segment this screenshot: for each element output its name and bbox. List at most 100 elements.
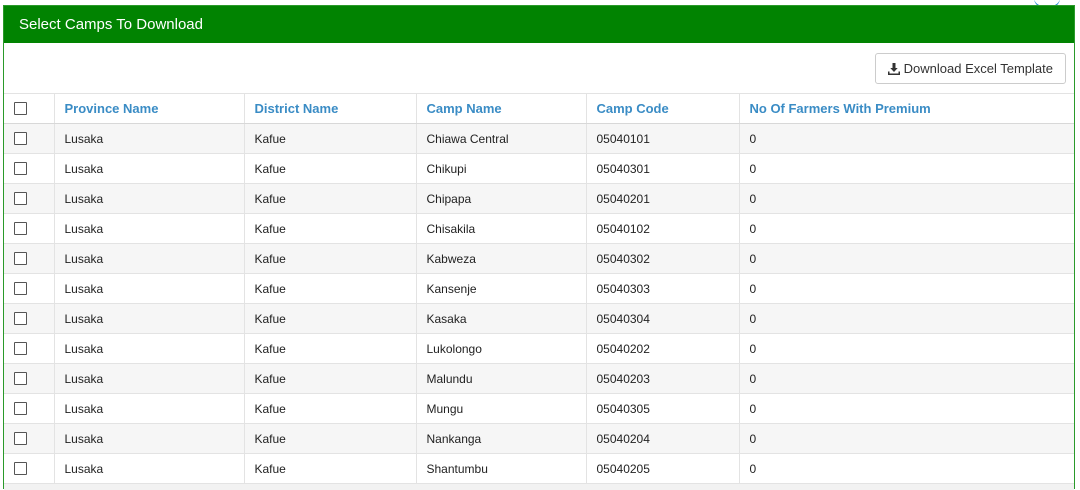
column-header-farmers-premium[interactable]: No Of Farmers With Premium	[738, 93, 1074, 124]
district-cell: Kafue	[243, 243, 416, 274]
column-header-camp-name[interactable]: Camp Name	[415, 93, 586, 124]
camp-code-cell: 05040201	[585, 183, 739, 214]
select-camps-panel: Select Camps To Download Download Excel …	[3, 5, 1075, 490]
province-cell: Lusaka	[53, 273, 244, 304]
table-row[interactable]: Lusaka Kafue Malundu 05040203 0	[4, 363, 1074, 394]
table-row[interactable]: Lusaka Kafue Lukolongo 05040202 0	[4, 333, 1074, 364]
row-checkbox[interactable]	[14, 252, 27, 265]
farmers-premium-cell: 0	[738, 333, 1074, 364]
row-checkbox[interactable]	[14, 462, 27, 475]
camp-code-cell: 05040301	[585, 153, 739, 184]
province-cell: Lusaka	[53, 453, 244, 483]
farmers-premium-cell: 0	[738, 183, 1074, 214]
province-cell: Lusaka	[53, 363, 244, 394]
district-cell: Kafue	[243, 303, 416, 334]
row-checkbox[interactable]	[14, 222, 27, 235]
row-checkbox-cell	[4, 243, 54, 274]
table-row[interactable]: Lusaka Kafue Chikupi 05040301 0	[4, 153, 1074, 184]
province-cell: Lusaka	[53, 243, 244, 274]
row-checkbox[interactable]	[14, 162, 27, 175]
select-all-cell	[4, 93, 54, 124]
row-checkbox-cell	[4, 123, 54, 154]
row-checkbox-cell	[4, 363, 54, 394]
download-icon	[887, 62, 900, 75]
table-header-row: Province Name District Name Camp Name Ca…	[4, 93, 1074, 124]
row-checkbox-cell	[4, 393, 54, 424]
camp-code-cell: 05040303	[585, 273, 739, 304]
row-checkbox[interactable]	[14, 402, 27, 415]
camp-name-cell: Chipapa	[415, 183, 586, 214]
district-cell: Kafue	[243, 393, 416, 424]
camp-name-cell: Chisakila	[415, 213, 586, 244]
district-cell: Kafue	[243, 363, 416, 394]
row-checkbox-cell	[4, 423, 54, 454]
table-row[interactable]: Lusaka Kafue Shantumbu 05040205 0	[4, 453, 1074, 483]
row-checkbox-cell	[4, 153, 54, 184]
row-checkbox[interactable]	[14, 342, 27, 355]
table-row[interactable]: Lusaka Kafue Kansenje 05040303 0	[4, 273, 1074, 304]
row-checkbox[interactable]	[14, 192, 27, 205]
row-checkbox-cell	[4, 333, 54, 364]
farmers-premium-cell: 0	[738, 243, 1074, 274]
camp-code-cell: 05040304	[585, 303, 739, 334]
table-row[interactable]: Lusaka Kafue Mungu 05040305 0	[4, 393, 1074, 424]
row-checkbox[interactable]	[14, 282, 27, 295]
province-cell: Lusaka	[53, 303, 244, 334]
row-checkbox[interactable]	[14, 372, 27, 385]
province-cell: Lusaka	[53, 153, 244, 184]
table-row[interactable]: Lusaka Kafue Nankanga 05040204 0	[4, 423, 1074, 454]
row-checkbox[interactable]	[14, 312, 27, 325]
table-row[interactable]: Lusaka Kafue Chiawa Central 05040101 0	[4, 123, 1074, 154]
camp-name-cell: Nankanga	[415, 423, 586, 454]
farmers-premium-cell: 0	[738, 423, 1074, 454]
camp-code-cell: 05040102	[585, 213, 739, 244]
district-cell: Kafue	[243, 183, 416, 214]
camp-code-cell: 05040202	[585, 333, 739, 364]
province-cell: Lusaka	[53, 393, 244, 424]
camp-code-cell: 05040302	[585, 243, 739, 274]
column-header-district[interactable]: District Name	[243, 93, 416, 124]
table-row[interactable]: Lusaka Kafue Chisakila 05040102 0	[4, 213, 1074, 244]
table-row[interactable]: Lusaka Kafue Chipapa 05040201 0	[4, 183, 1074, 214]
download-button-label: Download Excel Template	[903, 61, 1053, 76]
table-body: Lusaka Kafue Chiawa Central 05040101 0 Lusaka…	[4, 123, 1074, 483]
camp-name-cell: Mungu	[415, 393, 586, 424]
download-excel-template-button[interactable]: Download Excel Template	[874, 53, 1066, 84]
camp-name-cell: Chiawa Central	[415, 123, 586, 154]
farmers-premium-cell: 0	[738, 303, 1074, 334]
province-cell: Lusaka	[53, 333, 244, 364]
row-checkbox-cell	[4, 273, 54, 304]
district-cell: Kafue	[243, 273, 416, 304]
district-cell: Kafue	[243, 423, 416, 454]
row-checkbox-cell	[4, 183, 54, 214]
camp-name-cell: Kabweza	[415, 243, 586, 274]
province-cell: Lusaka	[53, 213, 244, 244]
farmers-premium-cell: 0	[738, 453, 1074, 483]
farmers-premium-cell: 0	[738, 363, 1074, 394]
farmers-premium-cell: 0	[738, 123, 1074, 154]
district-cell: Kafue	[243, 123, 416, 154]
row-checkbox-cell	[4, 213, 54, 244]
column-header-camp-code[interactable]: Camp Code	[585, 93, 739, 124]
column-header-province[interactable]: Province Name	[53, 93, 244, 124]
camp-name-cell: Chikupi	[415, 153, 586, 184]
province-cell: Lusaka	[53, 123, 244, 154]
district-cell: Kafue	[243, 333, 416, 364]
row-checkbox[interactable]	[14, 432, 27, 445]
table-row[interactable]: Lusaka Kafue Kabweza 05040302 0	[4, 243, 1074, 274]
farmers-premium-cell: 0	[738, 153, 1074, 184]
table-row[interactable]: Lusaka Kafue Kasaka 05040304 0	[4, 303, 1074, 334]
camp-code-cell: 05040203	[585, 363, 739, 394]
camp-code-cell: 05040205	[585, 453, 739, 483]
camp-name-cell: Lukolongo	[415, 333, 586, 364]
farmers-premium-cell: 0	[738, 393, 1074, 424]
select-all-checkbox[interactable]	[14, 102, 27, 115]
camp-code-cell: 05040101	[585, 123, 739, 154]
farmers-premium-cell: 0	[738, 213, 1074, 244]
camp-code-cell: 05040305	[585, 393, 739, 424]
row-checkbox-cell	[4, 453, 54, 483]
district-cell: Kafue	[243, 453, 416, 483]
province-cell: Lusaka	[53, 423, 244, 454]
district-cell: Kafue	[243, 153, 416, 184]
row-checkbox[interactable]	[14, 132, 27, 145]
